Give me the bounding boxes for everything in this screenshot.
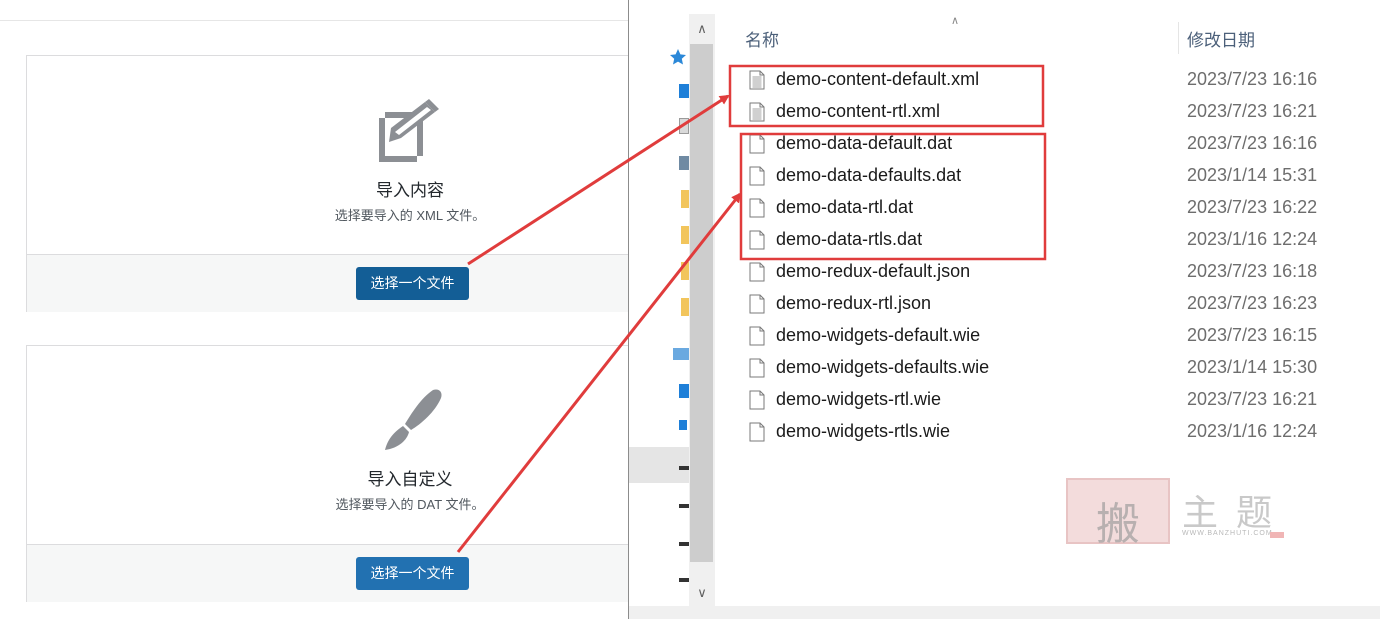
file-name: demo-widgets-default.wie <box>776 325 981 345</box>
folder-icon[interactable] <box>681 262 689 280</box>
file-modified-date: 2023/7/23 16:21 <box>1187 389 1318 409</box>
nav-scrollbar[interactable]: ∧ ∨ <box>689 14 715 606</box>
blank-file-icon <box>749 230 765 250</box>
file-row[interactable]: demo-widgets-defaults.wie 2023/1/14 15:30 <box>715 352 1380 384</box>
file-row[interactable]: demo-redux-default.json 2023/7/23 16:18 <box>715 256 1380 288</box>
file-modified-date: 2023/7/23 16:16 <box>1187 133 1318 153</box>
scroll-up-icon[interactable]: ∧ <box>689 16 715 42</box>
watermark-mark <box>1270 532 1284 538</box>
file-row[interactable]: demo-data-rtls.dat 2023/1/16 12:24 <box>715 224 1380 256</box>
file-name: demo-data-rtls.dat <box>776 229 923 249</box>
file-modified-date: 2023/1/14 15:30 <box>1187 357 1318 377</box>
watermark-stamp-char: 搬 <box>1096 499 1140 550</box>
file-modified-date: 2023/7/23 16:18 <box>1187 261 1318 281</box>
watermark-text: 主题 <box>1182 493 1291 534</box>
drive-icon[interactable] <box>679 504 689 508</box>
file-name: demo-widgets-rtls.wie <box>776 421 951 441</box>
blank-file-icon <box>749 422 765 442</box>
windows-drive-icon[interactable] <box>679 420 687 430</box>
card-footer: 选择一个文件 <box>27 254 645 312</box>
horizontal-scrollbar[interactable] <box>629 606 1380 619</box>
watermark-url: WWW.BANZHUTI.COM <box>1182 530 1273 537</box>
nav-selected-item[interactable] <box>629 447 689 483</box>
scroll-down-icon[interactable]: ∨ <box>689 580 715 606</box>
column-header-date[interactable]: 修改日期 <box>1187 26 1255 51</box>
this-pc-icon[interactable] <box>673 348 689 360</box>
file-modified-date: 2023/7/23 16:15 <box>1187 325 1318 345</box>
drive-icon[interactable] <box>679 578 689 582</box>
folder-icon[interactable] <box>681 190 689 208</box>
card-body: 导入内容 选择要导入的 XML 文件。 <box>27 56 645 254</box>
choose-file-button-content[interactable]: 选择一个文件 <box>356 267 469 300</box>
blank-file-icon <box>749 294 765 314</box>
file-row[interactable]: demo-content-rtl.xml 2023/7/23 16:21 <box>715 96 1380 128</box>
file-row[interactable]: demo-widgets-rtl.wie 2023/7/23 16:21 <box>715 384 1380 416</box>
header-divider <box>0 20 629 21</box>
column-header-name[interactable]: 名称 <box>745 26 779 51</box>
file-row[interactable]: demo-widgets-rtls.wie 2023/1/16 12:24 <box>715 416 1380 448</box>
blank-file-icon <box>749 358 765 378</box>
watermark: 搬 主题 WWW.BANZHUTI.COM <box>1066 478 1292 550</box>
file-name: demo-widgets-rtl.wie <box>776 389 942 409</box>
file-row[interactable]: demo-content-default.xml 2023/7/23 16:16 <box>715 64 1380 96</box>
file-modified-date: 2023/1/14 15:31 <box>1187 165 1318 185</box>
file-modified-date: 2023/1/16 12:24 <box>1187 229 1318 249</box>
blank-file-icon <box>749 390 765 410</box>
file-row[interactable]: demo-data-rtl.dat 2023/7/23 16:22 <box>715 192 1380 224</box>
file-name: demo-widgets-defaults.wie <box>776 357 990 377</box>
blank-file-icon <box>749 326 765 346</box>
text-file-icon <box>749 102 765 122</box>
file-modified-date: 2023/1/16 12:24 <box>1187 421 1318 441</box>
documents-folder-icon[interactable] <box>679 118 689 134</box>
drive-icon[interactable] <box>679 384 689 398</box>
file-name: demo-data-defaults.dat <box>776 165 962 185</box>
column-divider[interactable] <box>1178 22 1179 54</box>
watermark-stamp: 搬 <box>1066 478 1170 550</box>
text-file-icon <box>749 70 765 90</box>
drive-icon[interactable] <box>679 542 689 546</box>
file-row[interactable]: demo-redux-rtl.json 2023/7/23 16:23 <box>715 288 1380 320</box>
folder-icon[interactable] <box>681 298 689 316</box>
file-row[interactable]: demo-data-default.dat 2023/7/23 16:16 <box>715 128 1380 160</box>
card-footer: 选择一个文件 <box>27 544 645 602</box>
scrollbar-thumb[interactable] <box>690 44 713 562</box>
pictures-folder-icon[interactable] <box>679 156 689 170</box>
file-modified-date: 2023/7/23 16:21 <box>1187 101 1318 121</box>
blank-file-icon <box>749 134 765 154</box>
file-name: demo-redux-rtl.json <box>776 293 932 313</box>
paintbrush-icon <box>385 389 442 450</box>
blank-file-icon <box>749 262 765 282</box>
file-modified-date: 2023/7/23 16:22 <box>1187 197 1318 217</box>
drive-icon[interactable] <box>679 466 689 470</box>
card-body: 导入自定义 选择要导入的 DAT 文件。 <box>27 346 645 544</box>
import-content-card: 导入内容 选择要导入的 XML 文件。 选择一个文件 <box>26 55 646 312</box>
importer-panel: 导入内容 选择要导入的 XML 文件。 选择一个文件 导入自定义 选择要导入的 … <box>0 0 646 619</box>
choose-file-button-customizer[interactable]: 选择一个文件 <box>356 557 469 590</box>
file-row[interactable]: demo-data-defaults.dat 2023/1/14 15:31 <box>715 160 1380 192</box>
sort-ascending-icon: ∧ <box>951 15 960 27</box>
desktop-folder-icon[interactable] <box>679 84 689 98</box>
file-name: demo-data-default.dat <box>776 133 953 153</box>
file-name: demo-data-rtl.dat <box>776 197 914 217</box>
navigation-pane: ∧ ∨ <box>629 0 715 619</box>
quick-access-star-icon[interactable] <box>669 48 687 66</box>
file-modified-date: 2023/7/23 16:16 <box>1187 69 1318 89</box>
file-name: demo-redux-default.json <box>776 261 971 281</box>
file-name: demo-content-default.xml <box>776 69 980 89</box>
blank-file-icon <box>749 166 765 186</box>
file-row[interactable]: demo-widgets-default.wie 2023/7/23 16:15 <box>715 320 1380 352</box>
edit-document-icon <box>379 99 439 162</box>
file-name: demo-content-rtl.xml <box>776 101 941 121</box>
blank-file-icon <box>749 198 765 218</box>
folder-icon[interactable] <box>681 226 689 244</box>
file-modified-date: 2023/7/23 16:23 <box>1187 293 1318 313</box>
import-customizer-card: 导入自定义 选择要导入的 DAT 文件。 选择一个文件 <box>26 345 646 602</box>
